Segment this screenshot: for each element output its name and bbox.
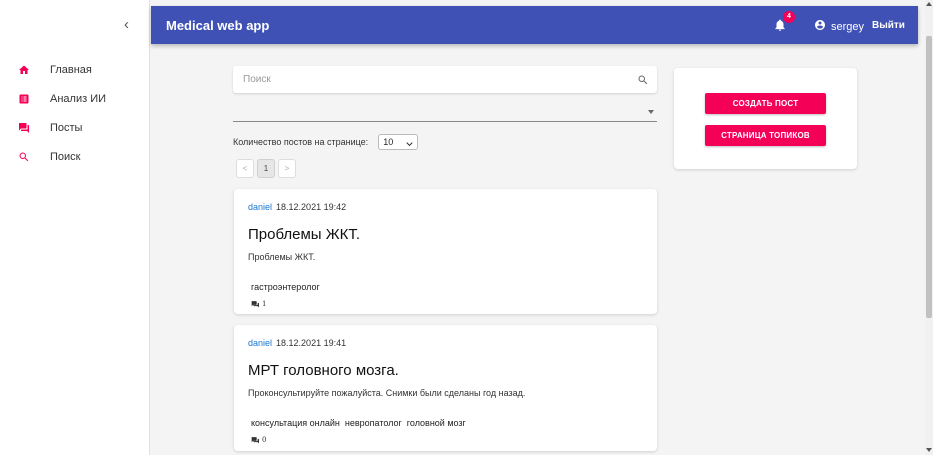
post-comments: 1 bbox=[251, 295, 266, 313]
sidebar-item-home[interactable]: Главная bbox=[0, 55, 150, 84]
post-card: daniel 18.12.2021 19:42 Проблемы ЖКТ. Про… bbox=[234, 189, 657, 314]
scroll-up-arrow-icon[interactable] bbox=[926, 2, 932, 6]
posts-per-page: Количество постов на странице: 10 bbox=[233, 134, 419, 150]
sidebar: ‹ Главная Анализ ИИ Посты Поиск bbox=[0, 0, 150, 455]
topics-page-button[interactable]: СТРАНИЦА ТОПИКОВ bbox=[705, 125, 826, 146]
post-author-link[interactable]: daniel bbox=[248, 202, 272, 212]
post-text: Проблемы ЖКТ. bbox=[248, 252, 316, 262]
username: sergey bbox=[831, 21, 865, 33]
chevron-down-icon bbox=[406, 139, 413, 147]
post-tag[interactable]: гастроэнтеролог bbox=[251, 282, 320, 292]
collapse-sidebar-button[interactable]: ‹ bbox=[124, 17, 129, 33]
page-scrollbar[interactable] bbox=[925, 0, 933, 455]
post-comments: 0 bbox=[251, 431, 266, 449]
account-circle-icon bbox=[814, 18, 826, 36]
post-tag[interactable]: консультация онлайн bbox=[251, 418, 340, 428]
post-tags: гастроэнтеролог bbox=[251, 282, 325, 292]
post-title[interactable]: МРТ головного мозга. bbox=[248, 362, 399, 379]
notifications-badge: 4 bbox=[783, 11, 795, 23]
forum-icon bbox=[18, 122, 30, 134]
home-icon bbox=[18, 64, 30, 76]
post-meta: daniel 18.12.2021 19:41 bbox=[248, 338, 346, 348]
assessment-icon bbox=[18, 93, 30, 105]
next-page-button[interactable]: > bbox=[278, 159, 296, 178]
search-icon[interactable] bbox=[637, 73, 649, 85]
posts-per-page-value: 10 bbox=[383, 137, 394, 147]
scrollbar-thumb[interactable] bbox=[926, 36, 932, 318]
sidebar-item-label: Поиск bbox=[50, 150, 81, 163]
sidebar-item-posts[interactable]: Посты bbox=[0, 113, 150, 142]
sidebar-item-label: Посты bbox=[50, 121, 83, 134]
post-tag[interactable]: головной мозг bbox=[407, 418, 466, 428]
sidebar-item-label: Главная bbox=[50, 63, 92, 76]
post-meta: daniel 18.12.2021 19:42 bbox=[248, 202, 346, 212]
posts-per-page-label: Количество постов на странице: bbox=[233, 137, 369, 147]
posts-per-page-select[interactable]: 10 bbox=[378, 134, 419, 150]
search-input[interactable] bbox=[243, 72, 623, 87]
sidebar-nav: Главная Анализ ИИ Посты Поиск bbox=[0, 55, 150, 171]
user-menu[interactable]: sergey bbox=[814, 18, 864, 36]
sidebar-item-search[interactable]: Поиск bbox=[0, 142, 150, 171]
post-datetime: 18.12.2021 19:41 bbox=[276, 338, 347, 348]
comments-icon bbox=[251, 431, 259, 449]
sidebar-item-ai-analysis[interactable]: Анализ ИИ bbox=[0, 84, 150, 113]
post-tags: консультация онлайн невропатолог головно… bbox=[251, 418, 471, 428]
sidebar-item-label: Анализ ИИ bbox=[50, 92, 107, 105]
scroll-down-arrow-icon[interactable] bbox=[926, 448, 932, 452]
pagination: < 1 > bbox=[236, 159, 299, 178]
post-tag[interactable]: невропатолог bbox=[345, 418, 402, 428]
create-post-button[interactable]: СОЗДАТЬ ПОСТ bbox=[705, 93, 826, 114]
post-text: Проконсультируйте пожалуйста. Снимки был… bbox=[248, 388, 526, 398]
chevron-left-icon: ‹ bbox=[124, 16, 129, 33]
comments-icon bbox=[251, 295, 259, 313]
topic-filter-select[interactable] bbox=[233, 100, 657, 122]
post-author-link[interactable]: daniel bbox=[248, 338, 272, 348]
search-box bbox=[233, 66, 657, 93]
page-button-current[interactable]: 1 bbox=[257, 159, 275, 178]
app-title[interactable]: Medical web app bbox=[166, 18, 269, 33]
comments-count: 1 bbox=[262, 300, 267, 308]
dropdown-arrow-icon bbox=[648, 110, 654, 114]
prev-page-button[interactable]: < bbox=[236, 159, 254, 178]
app-header: Medical web app 4 sergey Выйти bbox=[151, 6, 918, 44]
post-title[interactable]: Проблемы ЖКТ. bbox=[248, 226, 360, 243]
search-icon bbox=[18, 151, 30, 163]
actions-panel: СОЗДАТЬ ПОСТ СТРАНИЦА ТОПИКОВ bbox=[674, 68, 857, 169]
post-datetime: 18.12.2021 19:42 bbox=[276, 202, 347, 212]
post-card: daniel 18.12.2021 19:41 МРТ головного моз… bbox=[234, 325, 657, 451]
comments-count: 0 bbox=[262, 436, 267, 444]
logout-button[interactable]: Выйти bbox=[872, 20, 905, 31]
